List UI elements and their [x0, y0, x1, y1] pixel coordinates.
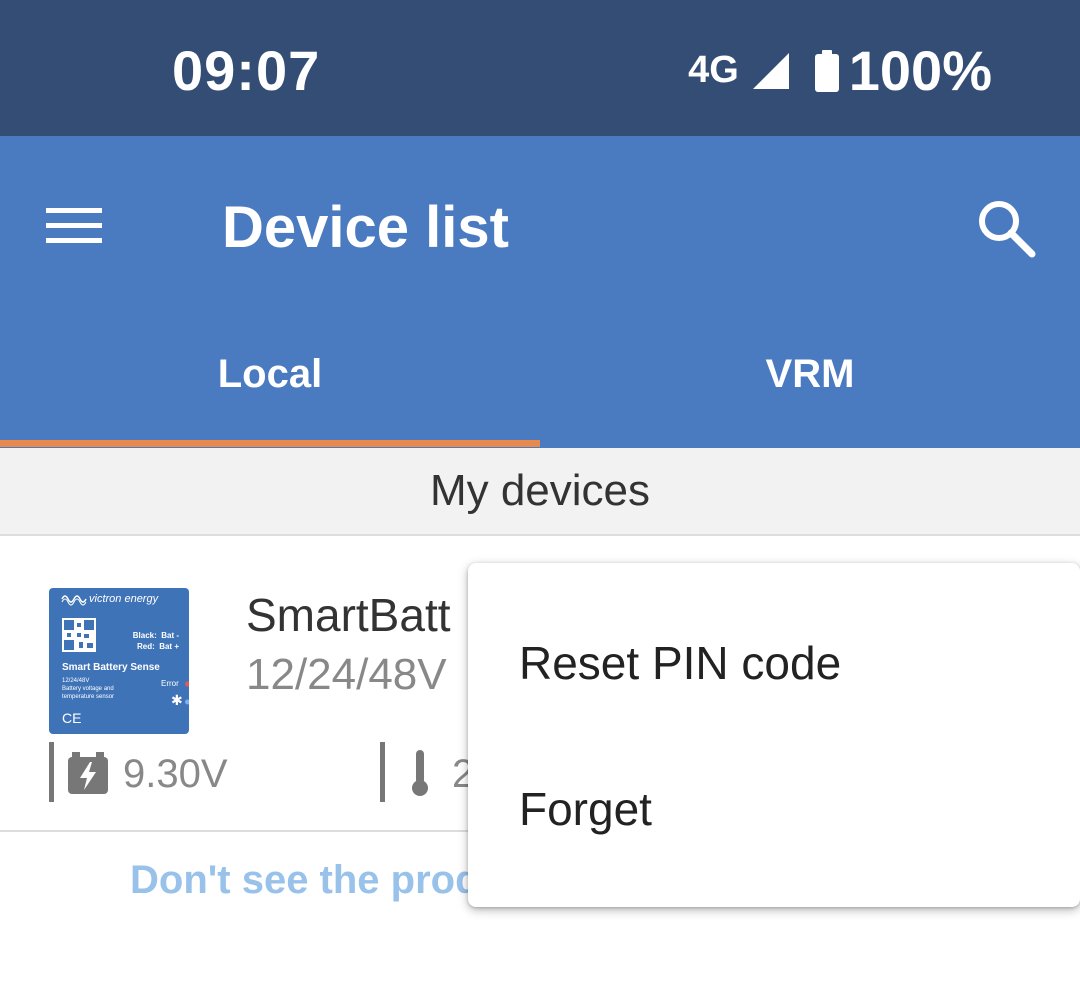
- page-title: Device list: [222, 195, 509, 260]
- stat-divider: [380, 742, 385, 802]
- menu-item-forget[interactable]: Forget: [468, 739, 1080, 879]
- status-leds: [185, 681, 189, 705]
- device-thumbnail: victron energy Black: Bat - Red: Bat + S…: [49, 588, 189, 734]
- context-menu: Reset PIN code Forget: [468, 563, 1080, 907]
- tab-vrm[interactable]: VRM: [540, 336, 1080, 448]
- thumbnail-ce-mark: CE: [62, 710, 82, 726]
- stat-divider: [49, 742, 54, 802]
- tab-selected-indicator: [0, 440, 540, 447]
- section-header: My devices: [0, 448, 1080, 536]
- bluetooth-icon: ✱: [171, 692, 183, 708]
- status-indicators: 4G 100%: [688, 38, 992, 103]
- battery-icon: [814, 49, 839, 92]
- status-time: 09:07: [172, 39, 321, 102]
- signal-icon: [752, 52, 789, 89]
- app-bar: Device list Local VRM: [0, 136, 1080, 448]
- hamburger-menu-icon[interactable]: [46, 206, 102, 246]
- qr-code-icon: [62, 618, 96, 652]
- battery-percent: 100%: [848, 39, 992, 102]
- thumbnail-product-name: Smart Battery Sense: [62, 662, 160, 673]
- menu-item-label: Reset PIN code: [519, 637, 842, 689]
- victron-logo-icon: [61, 595, 87, 606]
- tab-local[interactable]: Local: [0, 336, 540, 448]
- battery-charge-icon: [68, 752, 108, 794]
- thumbnail-error-label: Error: [161, 679, 179, 688]
- thumbnail-pin-labels: Black: Bat - Red: Bat +: [132, 631, 179, 651]
- device-name: SmartBatt: [246, 589, 451, 641]
- menu-item-label: Forget: [519, 783, 652, 835]
- device-voltage-rating: 12/24/48V: [246, 650, 447, 699]
- network-type: 4G: [688, 49, 739, 91]
- missing-product-link[interactable]: Don't see the prod: [130, 858, 480, 903]
- search-icon[interactable]: [976, 198, 1038, 260]
- battery-voltage: 9.30V: [123, 752, 228, 796]
- thermometer-icon: [412, 750, 428, 796]
- menu-item-reset-pin[interactable]: Reset PIN code: [468, 593, 1080, 733]
- thumbnail-brand: victron energy: [89, 593, 159, 605]
- status-bar: 09:07 4G 100%: [0, 0, 1080, 136]
- thumbnail-description: 12/24/48V Battery voltage and temperatur…: [62, 678, 115, 700]
